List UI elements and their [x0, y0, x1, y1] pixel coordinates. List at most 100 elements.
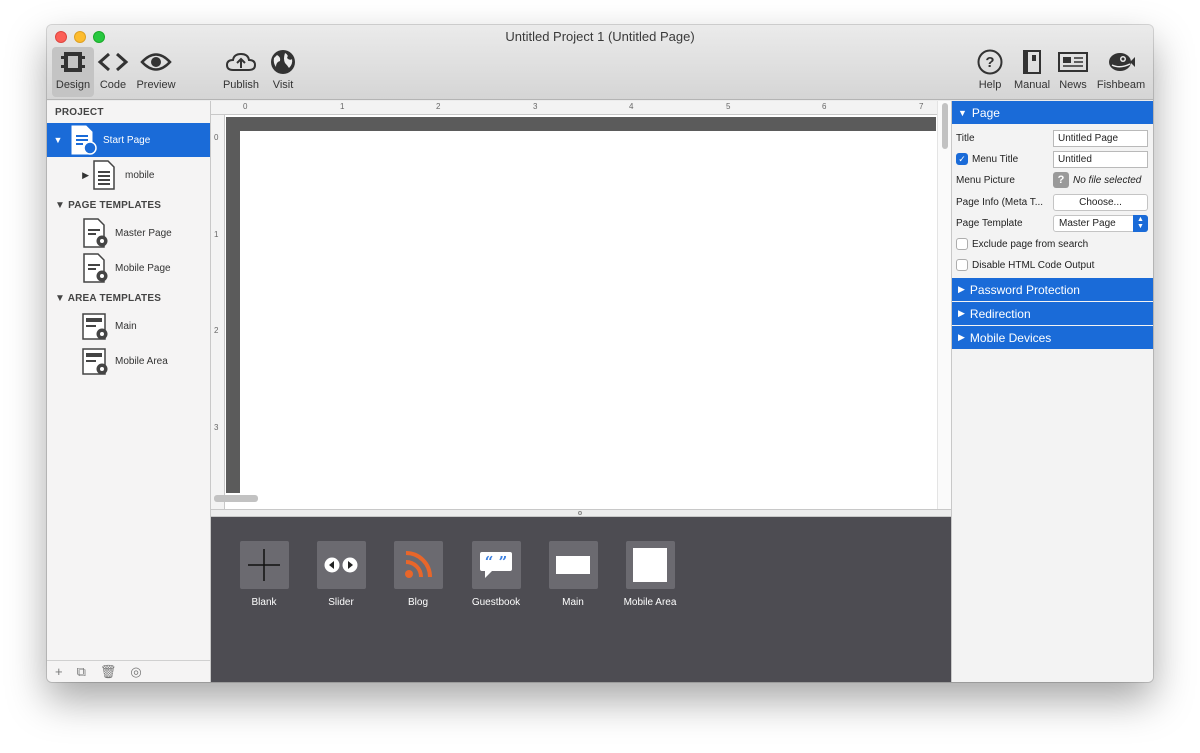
page-template-row: Page Template Master Page ▲ ▼ [956, 213, 1150, 233]
ruler-tick-label: 0 [243, 102, 248, 111]
tree-item-start-page[interactable]: ▼ Start Page [47, 123, 210, 157]
menu-picture-row: Menu Picture ? No file selected [956, 170, 1150, 190]
menu-title-field[interactable]: Untitled [1053, 150, 1148, 168]
library-item-label: Slider [328, 597, 354, 608]
disclosure-open-icon: ▼ [55, 200, 69, 211]
area-templates-header[interactable]: ▼ AREA TEMPLATES [55, 293, 161, 304]
question-mark-icon[interactable]: ? [1053, 172, 1069, 188]
preview-button[interactable]: Preview [133, 47, 179, 97]
splitter-handle-icon[interactable] [578, 511, 582, 515]
page-template-value: Master Page [1059, 217, 1116, 229]
title-bar: Untitled Project 1 (Untitled Page) Desig… [47, 25, 1153, 100]
tree-item-mobile-page[interactable]: Mobile Page [47, 251, 210, 285]
visit-button[interactable]: Visit [265, 47, 301, 97]
horizontal-scroll-thumb[interactable] [214, 495, 258, 502]
library-item-mobile-area[interactable]: Mobile Area [615, 541, 685, 608]
disclosure-open-icon[interactable]: ▼ [47, 135, 69, 145]
fishbeam-fish-icon [1094, 47, 1148, 77]
globe-icon [265, 47, 301, 77]
svg-text:“ ”: “ ” [485, 553, 507, 571]
tree-item-label: Main [115, 320, 137, 332]
page-section-header[interactable]: ▼ Page [952, 101, 1153, 124]
scroll-thumb[interactable] [942, 103, 948, 149]
area-square-icon [625, 541, 675, 589]
password-section-header[interactable]: ▶ Password Protection [952, 278, 1153, 301]
preview-label: Preview [136, 79, 176, 91]
library-item-main[interactable]: Main [538, 541, 608, 608]
library-item-blog[interactable]: Blog [383, 541, 453, 608]
project-sidebar: PROJECT ▼ Start Page ▶ mobile ▼ PAGE TEM… [47, 101, 211, 682]
rss-icon [393, 541, 443, 589]
select-stepper-icon: ▲ ▼ [1133, 214, 1148, 232]
tree-item-label: mobile [125, 169, 155, 181]
disclosure-closed-icon: ▶ [958, 332, 965, 342]
design-icon [52, 47, 94, 77]
ruler-tick-label: 3 [533, 102, 538, 111]
manual-label: Manual [1013, 79, 1051, 91]
tree-item-mobile-area[interactable]: Mobile Area [47, 344, 210, 378]
tree-item-mobile[interactable]: ▶ mobile [47, 158, 210, 192]
vertical-scrollbar[interactable] [937, 101, 951, 509]
code-label: Code [99, 79, 127, 91]
page-info-row: Page Info (Meta T... Choose... [956, 192, 1150, 212]
disclosure-closed-icon: ▶ [958, 284, 965, 294]
disclosure-open-icon: ▼ [958, 107, 967, 118]
tree-item-main[interactable]: Main [47, 309, 210, 343]
area-rect-icon [548, 541, 598, 589]
design-button[interactable]: Design [52, 47, 94, 97]
svg-text:?: ? [985, 54, 994, 71]
ruler-tick-label: 7 [919, 102, 924, 111]
horizontal-ruler: 0 1 2 3 4 5 6 7 [211, 101, 951, 115]
menu-title-checkbox[interactable]: ✓ [956, 153, 968, 165]
hide-eye-icon[interactable]: ◎ [130, 664, 141, 680]
tree-item-label: Mobile Page [115, 262, 171, 274]
page-content[interactable] [240, 131, 936, 493]
section-label: Password Protection [969, 282, 1080, 297]
page-templates-header[interactable]: ▼ PAGE TEMPLATES [55, 200, 161, 211]
duplicate-icon[interactable]: ⧉ [77, 664, 86, 680]
ruler-tick-label: 0 [214, 133, 219, 142]
menu-picture-value: No file selected [1073, 174, 1142, 186]
project-section-header: PROJECT [55, 107, 104, 118]
ruler-tick-label: 6 [822, 102, 827, 111]
tree-item-master-page[interactable]: Master Page [47, 216, 210, 250]
exclude-search-checkbox[interactable] [956, 238, 968, 250]
disable-html-checkbox[interactable] [956, 259, 968, 271]
speech-bubble-icon: “ ” [471, 541, 521, 589]
manual-button[interactable]: Manual [1012, 47, 1052, 97]
design-canvas[interactable]: 0 1 2 3 4 5 6 7 0 1 2 3 [211, 101, 951, 509]
title-field[interactable]: Untitled Page [1053, 129, 1148, 147]
choose-button[interactable]: Choose... [1053, 193, 1148, 211]
app-window: Untitled Project 1 (Untitled Page) Desig… [47, 25, 1153, 682]
title-label: Title [956, 132, 975, 144]
news-button[interactable]: News [1054, 47, 1092, 97]
pane-splitter[interactable] [211, 509, 951, 517]
tree-item-label: Start Page [103, 134, 151, 146]
disclosure-closed-icon: ▶ [958, 308, 965, 318]
help-button[interactable]: ? Help [971, 47, 1009, 97]
library-item-guestbook[interactable]: “ ” Guestbook [461, 541, 531, 608]
fishbeam-button[interactable]: Fishbeam [1094, 47, 1148, 97]
trash-icon[interactable]: 🗑 [100, 664, 117, 680]
library-item-label: Main [562, 597, 584, 608]
page-template-select[interactable]: Master Page ▲ ▼ [1053, 214, 1148, 232]
code-button[interactable]: Code [95, 47, 131, 97]
ruler-tick-label: 2 [436, 102, 441, 111]
library-item-label: Mobile Area [623, 597, 677, 608]
exclude-search-row: Exclude page from search [956, 234, 1150, 254]
eye-icon [133, 47, 179, 77]
cloud-upload-icon [220, 47, 262, 77]
add-icon[interactable]: + [55, 664, 63, 679]
section-label: Redirection [969, 306, 1031, 321]
section-label: Page [971, 105, 1000, 120]
newspaper-icon [1054, 47, 1092, 77]
library-item-label: Blog [407, 597, 428, 608]
slider-arrows-icon [316, 541, 366, 589]
disable-html-row: Disable HTML Code Output [956, 255, 1150, 275]
library-item-slider[interactable]: Slider [306, 541, 376, 608]
disclosure-closed-icon[interactable]: ▶ [47, 170, 91, 181]
redirection-section-header[interactable]: ▶ Redirection [952, 302, 1153, 325]
mobile-section-header[interactable]: ▶ Mobile Devices [952, 326, 1153, 349]
publish-button[interactable]: Publish [220, 47, 262, 97]
library-item-blank[interactable]: Blank [229, 541, 299, 608]
